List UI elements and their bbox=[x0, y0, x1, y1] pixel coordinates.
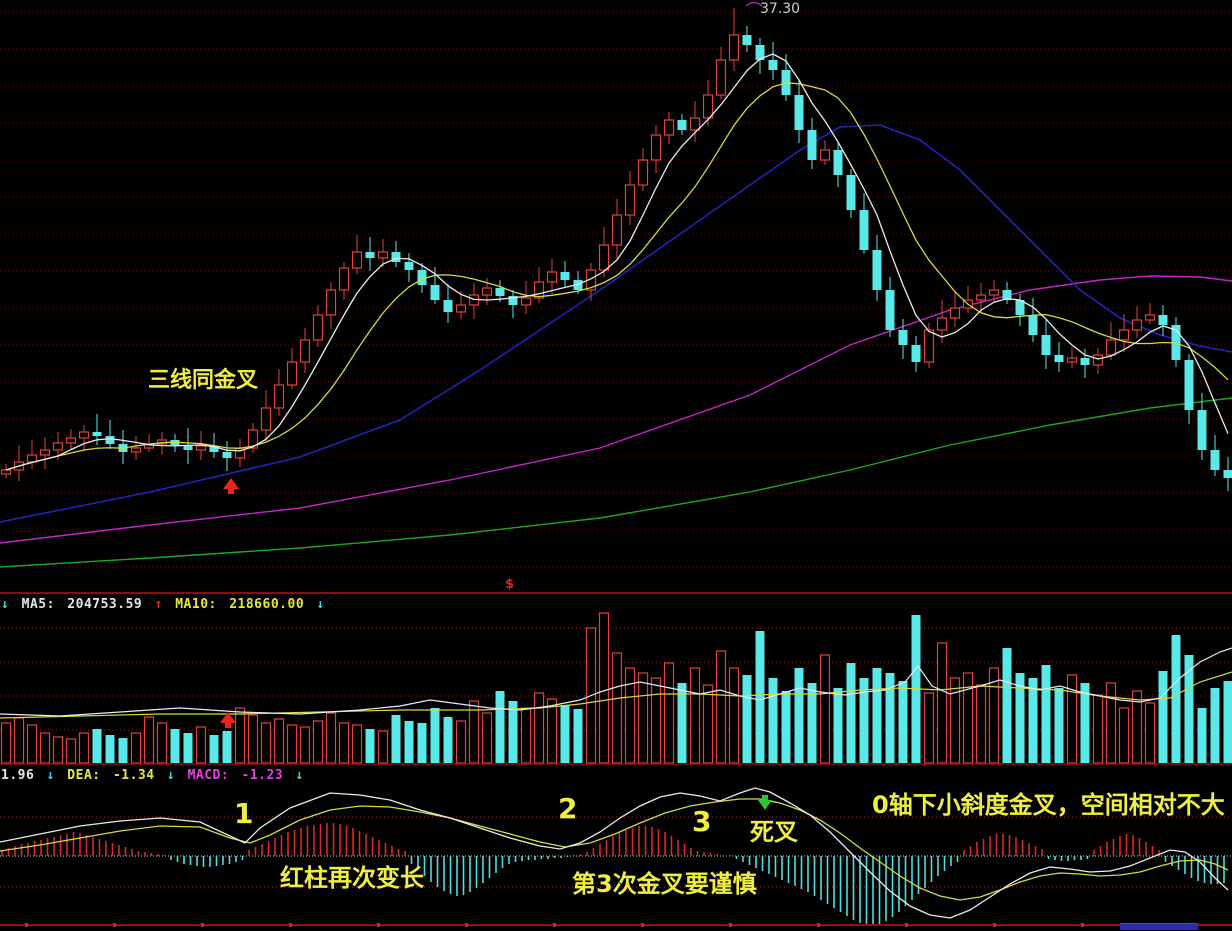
scrollbar-thumb[interactable] bbox=[1120, 923, 1198, 930]
vol-ma5-value: 204753.59 bbox=[67, 597, 142, 612]
golden-cross-1-label: 1 bbox=[234, 800, 253, 828]
macd-header: 1.96 ↓ DEA: -1.34 ↓ MACD: -1.23 ↓ bbox=[1, 768, 308, 783]
death-cross-down-arrow-icon bbox=[758, 795, 772, 810]
macd-value: -1.23 bbox=[242, 768, 284, 783]
buy-point-up-arrow-icon bbox=[223, 478, 239, 494]
dollar-marker: $ bbox=[505, 578, 514, 591]
volume-header: ↓ MA5: 204753.59 ↑ MA10: 218660.00 ↓ bbox=[1, 597, 329, 612]
vol-ma10-label: MA10: bbox=[175, 597, 217, 612]
vol-ma10-value: 218660.00 bbox=[229, 597, 304, 612]
macd-dea-down-arrow-icon: ↓ bbox=[167, 768, 175, 783]
main-price-panel[interactable] bbox=[0, 8, 1232, 567]
golden-cross-3-label: 3 bbox=[692, 808, 711, 836]
macd-value-label: MACD: bbox=[188, 768, 230, 783]
death-cross-label: 死叉 bbox=[750, 820, 798, 844]
macd-down-arrow-icon: ↓ bbox=[296, 768, 304, 783]
zero-axis-note: 0轴下小斜度金叉，空间相对不大 bbox=[872, 793, 1225, 817]
macd-dea-label: DEA: bbox=[67, 768, 100, 783]
macd-dif-value: 1.96 bbox=[1, 768, 34, 783]
chart-window: 37.30 三线同金叉 $ ↓ MA5: 204753.59 ↑ MA10: 2… bbox=[0, 0, 1232, 931]
macd-dif-down-arrow-icon: ↓ bbox=[47, 768, 55, 783]
peak-price-label: 37.30 bbox=[760, 2, 800, 16]
third-cross-caution-note: 第3次金叉要谨慎 bbox=[572, 872, 757, 896]
vol-ma5-up-arrow-icon: ↑ bbox=[155, 597, 163, 612]
vol-ma10-down-arrow-icon: ↓ bbox=[316, 597, 324, 612]
vol-ma5-label: MA5: bbox=[22, 597, 55, 612]
vol-down-arrow-icon: ↓ bbox=[1, 597, 9, 612]
macd-dea-value: -1.34 bbox=[113, 768, 155, 783]
three-line-golden-cross-label: 三线同金叉 bbox=[148, 370, 258, 392]
golden-cross-2-label: 2 bbox=[558, 795, 577, 823]
volume-panel[interactable] bbox=[0, 613, 1232, 763]
red-bars-longer-note: 红柱再次变长 bbox=[280, 866, 424, 890]
